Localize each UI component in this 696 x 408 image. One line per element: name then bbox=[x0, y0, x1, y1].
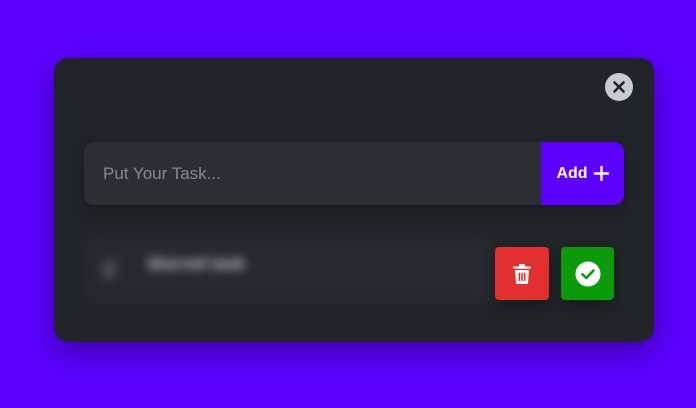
task-form: Add bbox=[84, 142, 624, 205]
close-icon bbox=[613, 81, 625, 93]
delete-task-button[interactable] bbox=[495, 247, 549, 300]
add-button[interactable]: Add bbox=[541, 142, 624, 205]
close-button[interactable] bbox=[605, 73, 633, 101]
plus-icon bbox=[593, 166, 609, 181]
task-item: blurred task bbox=[84, 236, 624, 304]
task-input[interactable] bbox=[84, 142, 541, 205]
task-item-background bbox=[84, 236, 494, 304]
task-item-text: blurred task bbox=[148, 254, 246, 273]
todo-card: Add blurred task bbox=[54, 58, 654, 342]
add-button-label: Add bbox=[556, 164, 588, 182]
complete-task-button[interactable] bbox=[561, 247, 614, 300]
trash-icon bbox=[513, 263, 531, 284]
check-circle-icon bbox=[575, 261, 601, 287]
task-item-bullet bbox=[102, 260, 116, 278]
